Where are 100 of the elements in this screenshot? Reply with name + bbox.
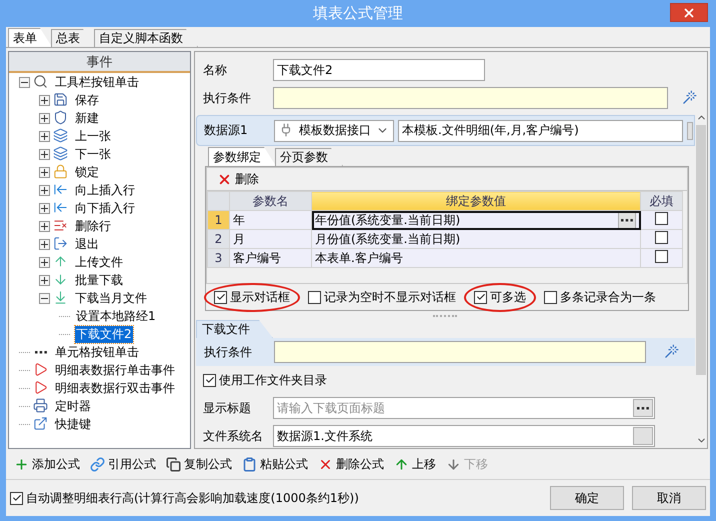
datasource-type-select[interactable]: 模板数据接口 — [274, 120, 394, 142]
plus-icon — [41, 168, 48, 176]
condition-field[interactable] — [274, 341, 646, 363]
title-field[interactable]: 请输入下载页面标题 — [273, 397, 655, 419]
condition-field[interactable] — [273, 87, 668, 109]
collapse-toggle[interactable] — [39, 292, 50, 304]
expand-toggle[interactable] — [39, 184, 50, 196]
option-checkbox[interactable]: 使用工作文件夹目录 — [203, 372, 327, 388]
expand-toggle[interactable] — [39, 130, 50, 142]
checkbox[interactable] — [655, 212, 668, 225]
check-icon — [476, 292, 486, 302]
expand-toggle[interactable] — [39, 94, 50, 106]
option-checkbox[interactable]: 多条记录合为一条 — [544, 288, 656, 306]
copy-icon — [166, 456, 181, 472]
table-cell[interactable]: 月份值(系统变量.当前日期) — [312, 230, 640, 248]
plus-icon — [41, 276, 48, 284]
column-header[interactable]: 必填 — [640, 192, 682, 210]
title-field[interactable]: 请输入下载页面标题 — [274, 401, 633, 415]
toolbar-button[interactable]: 复制公式 — [166, 456, 232, 472]
table-cell[interactable]: 本表单.客户编号 — [312, 248, 640, 268]
tree-item[interactable]: 设置本地路经1 — [75, 308, 157, 324]
close-button[interactable] — [670, 3, 708, 22]
checkbox[interactable] — [308, 290, 321, 304]
tree-item[interactable]: 锁定 — [74, 164, 100, 180]
checkbox[interactable] — [544, 290, 557, 304]
toolbar-button[interactable]: 删除公式 — [318, 456, 384, 472]
plus-icon — [14, 456, 29, 472]
tab[interactable]: 表单 — [8, 28, 52, 47]
plus-icon — [41, 186, 48, 194]
tree-item[interactable]: 保存 — [74, 92, 100, 108]
tree-item[interactable]: 单元格按钮单击 — [54, 344, 140, 360]
row-number[interactable]: 3 — [208, 248, 230, 268]
toolbar-button[interactable]: 粘贴公式 — [242, 456, 308, 472]
dialog-button[interactable]: 取消 — [632, 486, 706, 510]
tree-item[interactable]: 新建 — [74, 110, 100, 126]
tab[interactable]: 分页参数 — [275, 148, 343, 166]
tree-item[interactable]: 下一张 — [74, 146, 112, 162]
row-number[interactable]: 1 — [208, 210, 230, 230]
tree-item[interactable]: 批量下载 — [74, 272, 124, 288]
checkbox[interactable] — [10, 492, 23, 504]
checkbox[interactable] — [655, 250, 668, 263]
tree-item[interactable]: 删除行 — [74, 218, 112, 234]
tab[interactable]: 参数绑定 — [208, 147, 276, 166]
expand-toggle[interactable] — [39, 274, 50, 286]
dots-icon — [637, 406, 649, 410]
collapse-toggle[interactable] — [19, 76, 30, 88]
datasource-field[interactable]: 本模板.文件明细(年,月,客户编号) — [398, 120, 683, 142]
checkbox[interactable] — [214, 290, 227, 304]
tree-item[interactable]: 上一张 — [74, 128, 112, 144]
column-header[interactable]: 参数名 — [230, 192, 312, 210]
ellipsis-button[interactable] — [633, 399, 653, 417]
shield-icon — [53, 110, 69, 126]
option-checkbox[interactable]: 记录为空时不显示对话框 — [308, 288, 456, 306]
toolbar-button[interactable]: 添加公式 — [14, 456, 80, 472]
tree-item[interactable]: 工具栏按钮单击 — [54, 74, 140, 90]
expand-toggle[interactable] — [39, 166, 50, 178]
checkbox[interactable] — [203, 374, 216, 386]
toolbar-button[interactable]: 引用公式 — [90, 456, 156, 472]
expand-toggle[interactable] — [39, 148, 50, 160]
expand-toggle[interactable] — [39, 256, 50, 268]
triangle-icon — [33, 380, 49, 396]
expand-toggle[interactable] — [39, 220, 50, 232]
layers-icon — [53, 128, 69, 144]
option-checkbox[interactable]: 显示对话框 — [204, 282, 300, 312]
expand-toggle[interactable] — [39, 238, 50, 250]
wand-icon[interactable] — [664, 344, 680, 360]
checkbox[interactable] — [474, 290, 487, 304]
name-field[interactable]: 下载文件2 — [273, 59, 485, 81]
layers-icon — [53, 146, 69, 162]
field-label: 文件系统名 — [203, 428, 264, 444]
option-checkbox[interactable]: 可多选 — [464, 282, 536, 312]
file-system-field[interactable]: 数据源1.文件系统 — [273, 425, 655, 447]
toolbar-button[interactable]: 上移 — [394, 456, 436, 472]
option-checkbox[interactable]: 自动调整明细表行高(计算行高会影响加载速度(1000条约1秒)) — [10, 490, 359, 506]
wand-icon[interactable] — [682, 90, 698, 106]
field-label: 名称 — [203, 62, 228, 78]
tree-item[interactable]: 明细表数据行双击事件 — [54, 380, 176, 396]
tree-item[interactable]: 快捷键 — [54, 416, 92, 432]
tab[interactable]: 自定义脚本函数 — [94, 29, 198, 47]
save-icon — [53, 92, 69, 108]
ellipsis-button[interactable] — [618, 211, 636, 229]
column-header[interactable]: 绑定参数值 — [312, 192, 640, 210]
checkbox[interactable] — [655, 231, 668, 244]
tree-item[interactable]: 定时器 — [54, 398, 92, 414]
tree-item[interactable]: 退出 — [74, 236, 100, 252]
external-link-icon — [33, 416, 49, 432]
delete-button[interactable]: 删除 — [215, 170, 261, 188]
file-system-field[interactable]: 数据源1.文件系统 — [274, 429, 633, 443]
field-label: 执行条件 — [203, 90, 252, 106]
tree-item[interactable]: 明细表数据行单击事件 — [54, 362, 176, 378]
table-cell[interactable]: 年份值(系统变量.当前日期) — [312, 210, 640, 230]
expand-toggle[interactable] — [39, 202, 50, 214]
tree-item[interactable]: 向上插入行 — [74, 182, 136, 198]
tree-item[interactable]: 下载当月文件 — [74, 290, 148, 306]
row-number[interactable]: 2 — [208, 230, 230, 248]
expand-toggle[interactable] — [39, 112, 50, 124]
tree-item[interactable]: 向下插入行 — [74, 200, 136, 216]
tree-item[interactable]: 下载文件2 — [75, 326, 133, 342]
dialog-button[interactable]: 确定 — [550, 486, 624, 510]
tree-item[interactable]: 上传文件 — [74, 254, 124, 270]
